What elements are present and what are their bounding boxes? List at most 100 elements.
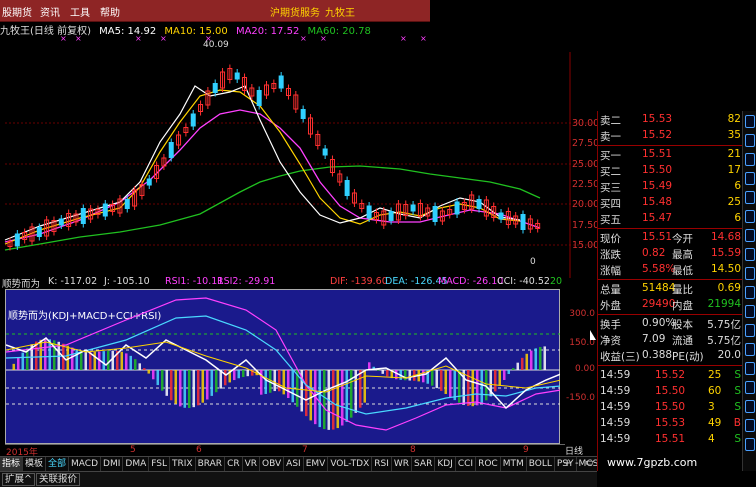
side-button[interactable] [745, 286, 755, 299]
side-button[interactable] [745, 362, 755, 375]
side-button[interactable] [745, 381, 755, 394]
tab-macd[interactable]: MACD [69, 457, 102, 471]
tab-mtm[interactable]: MTM [501, 457, 527, 471]
side-button[interactable] [745, 343, 755, 356]
bid-row[interactable]: 买五 15.47 6 [600, 211, 741, 227]
indicator-panel[interactable]: 顺势而为(KDJ+MACD+CCI+RSI) [5, 289, 561, 444]
month-label: 7 [302, 445, 308, 455]
trade-time: 14:59 [600, 433, 631, 445]
side-button[interactable] [745, 134, 755, 147]
candle-body [146, 178, 152, 186]
indicator-bar [111, 350, 114, 370]
tab-sar[interactable]: SAR [412, 457, 436, 471]
ask-volume: 35 [727, 129, 741, 141]
indicator-svg [6, 297, 561, 431]
tab-wr[interactable]: WR [392, 457, 413, 471]
tab-rsi[interactable]: RSI [372, 457, 392, 471]
zoom-in-button[interactable]: + [563, 458, 571, 469]
tab-template[interactable]: 模板 [23, 457, 47, 471]
bid-label: 买三 [600, 182, 621, 194]
quote-label: 涨跌 [600, 249, 621, 261]
main-kline-chart[interactable]: 九牧王(日线 前复权) MA5: 14.92 MA10: 15.00 MA20:… [0, 22, 599, 278]
trade-row: 14:59 15.50 60 S [600, 384, 741, 400]
related-quotes-button[interactable]: 关联报价 [36, 473, 81, 486]
side-button[interactable] [745, 115, 755, 128]
quote-row: 换手 0.90% 股本 5.75亿 [600, 316, 741, 332]
trade-row: 14:59 15.50 3 S [600, 400, 741, 416]
zoom-out-button[interactable]: - [575, 458, 579, 469]
tab-vr[interactable]: VR [243, 457, 261, 471]
tab-emv[interactable]: EMV [304, 457, 329, 471]
side-button[interactable] [745, 324, 755, 337]
bid-volume: 6 [734, 212, 741, 224]
rsi1-value: RSI1: -10.11 [165, 276, 224, 287]
tab-brar[interactable]: BRAR [196, 457, 226, 471]
tab-dmi[interactable]: DMI [101, 457, 124, 471]
side-button[interactable] [745, 419, 755, 432]
tab-vol-tdx[interactable]: VOL-TDX [328, 457, 373, 471]
tab-obv[interactable]: OBV [260, 457, 285, 471]
side-button[interactable] [745, 191, 755, 204]
tab-boll[interactable]: BOLL [527, 457, 555, 471]
tab-kdj[interactable]: KDJ [435, 457, 456, 471]
tab-trix[interactable]: TRIX [170, 457, 196, 471]
trade-side: S [734, 433, 741, 445]
candle-body [14, 233, 20, 247]
bid-label: 买一 [600, 150, 621, 162]
quote-value: 15.59 [710, 247, 741, 259]
candle-body [102, 203, 108, 217]
bid-row[interactable]: 买三 15.49 6 [600, 179, 741, 195]
side-button[interactable] [745, 248, 755, 261]
indicator-bar [107, 350, 110, 370]
ask-row[interactable]: 卖一 15.52 35 [600, 128, 741, 144]
period-label[interactable]: 日线 [565, 444, 597, 457]
tab-fsl[interactable]: FSL [149, 457, 170, 471]
indicator-bar [66, 345, 69, 370]
indicator-bar [471, 370, 474, 407]
side-button[interactable] [745, 305, 755, 318]
side-button[interactable] [745, 172, 755, 185]
menu-item-futures[interactable]: 股期货 [2, 4, 32, 19]
expand-button[interactable]: 扩展^ [2, 473, 35, 486]
side-button[interactable] [745, 438, 755, 451]
candle-body [256, 90, 262, 106]
tab-dma[interactable]: DMA [123, 457, 150, 471]
indicator-bar [291, 370, 294, 403]
svg-text:×: × [400, 34, 407, 43]
indicator-bar [440, 370, 443, 391]
menu-item-news[interactable]: 资讯 [40, 4, 60, 19]
tab-all[interactable]: 全部 [46, 457, 70, 471]
menu-center-label-service[interactable]: 沪期货服务 [270, 4, 320, 19]
tab-roc[interactable]: ROC [476, 457, 501, 471]
svg-text:×: × [420, 34, 427, 43]
indicator-bar [201, 370, 204, 403]
side-button[interactable] [745, 210, 755, 223]
menu-item-help[interactable]: 帮助 [100, 4, 120, 19]
tab-asi[interactable]: ASI [284, 457, 304, 471]
tab-indicator[interactable]: 指标 [0, 457, 24, 471]
side-button[interactable] [745, 400, 755, 413]
indicator-bar [458, 370, 461, 403]
indicator-bar [138, 363, 141, 370]
menu-center-label-stock[interactable]: 九牧王 [325, 4, 355, 19]
candle-body [322, 148, 328, 156]
indicator-bar [480, 370, 483, 404]
ask-row[interactable]: 卖二 15.53 82 [600, 112, 741, 128]
side-button[interactable] [745, 267, 755, 280]
tab-cci[interactable]: CCI [456, 457, 477, 471]
expand-panel-icon[interactable]: ▭ [585, 458, 594, 468]
bid-price: 15.50 [642, 164, 673, 176]
side-button[interactable] [745, 153, 755, 166]
indicator-bar [129, 355, 132, 370]
tab-cr[interactable]: CR [225, 457, 243, 471]
bid-row[interactable]: 买四 15.48 25 [600, 195, 741, 211]
bid-row[interactable]: 买二 15.50 17 [600, 163, 741, 179]
month-label: 9 [523, 445, 529, 455]
side-button[interactable] [745, 229, 755, 242]
bid-row[interactable]: 买一 15.51 21 [600, 147, 741, 163]
candle-body [36, 227, 42, 237]
date-axis: 2015年 5 6 7 8 9 [5, 444, 565, 458]
indicator-bar [494, 370, 497, 392]
indicator-bar [476, 370, 479, 406]
menu-item-tools[interactable]: 工具 [70, 4, 90, 19]
